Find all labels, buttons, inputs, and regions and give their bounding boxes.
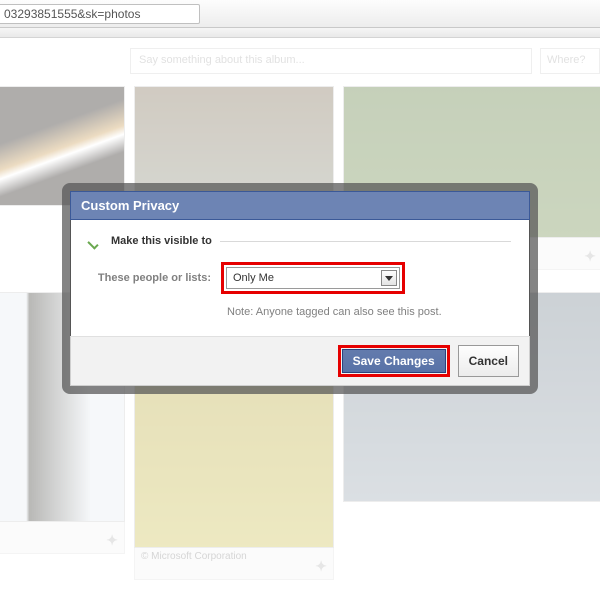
divider [220, 241, 511, 242]
row-label: These people or lists: [93, 272, 211, 284]
select-highlight: Only Me [221, 262, 405, 294]
audience-row: These people or lists: Only Me [93, 262, 511, 294]
section-label: Make this visible to [111, 235, 212, 247]
plus-icon[interactable]: ✦ [315, 558, 327, 575]
caption-author: © Microsoft Corporation [141, 551, 247, 562]
address-bar [0, 0, 600, 28]
dialog-body: Make this visible to These people or lis… [70, 220, 530, 336]
select-value: Only Me [233, 272, 274, 284]
custom-privacy-dialog: Custom Privacy Make this visible to Thes… [62, 183, 538, 394]
save-changes-button[interactable]: Save Changes [342, 349, 446, 373]
plus-icon[interactable]: ✦ [106, 532, 118, 549]
dialog-title: Custom Privacy [70, 191, 530, 220]
save-highlight: Save Changes [338, 345, 450, 377]
page-content: Say something about this album... Where?… [0, 38, 600, 600]
dialog-footer: Save Changes Cancel [70, 336, 530, 386]
photo-caption: © Microsoft Corporation ✦ [134, 548, 334, 580]
check-icon [89, 234, 103, 248]
section-header: Make this visible to [89, 234, 511, 248]
plus-icon[interactable]: ✦ [584, 248, 596, 265]
chevron-down-icon [381, 270, 397, 286]
privacy-note: Note: Anyone tagged can also see this po… [227, 306, 511, 318]
toolbar-gap [0, 28, 600, 38]
url-input[interactable] [0, 4, 200, 24]
composer-where[interactable]: Where? [540, 48, 600, 74]
photo-caption: ✦ [0, 522, 125, 554]
audience-select[interactable]: Only Me [226, 267, 400, 289]
cancel-button[interactable]: Cancel [458, 345, 519, 377]
composer-input[interactable]: Say something about this album... [130, 48, 532, 74]
composer-row: Say something about this album... Where? [0, 48, 600, 74]
